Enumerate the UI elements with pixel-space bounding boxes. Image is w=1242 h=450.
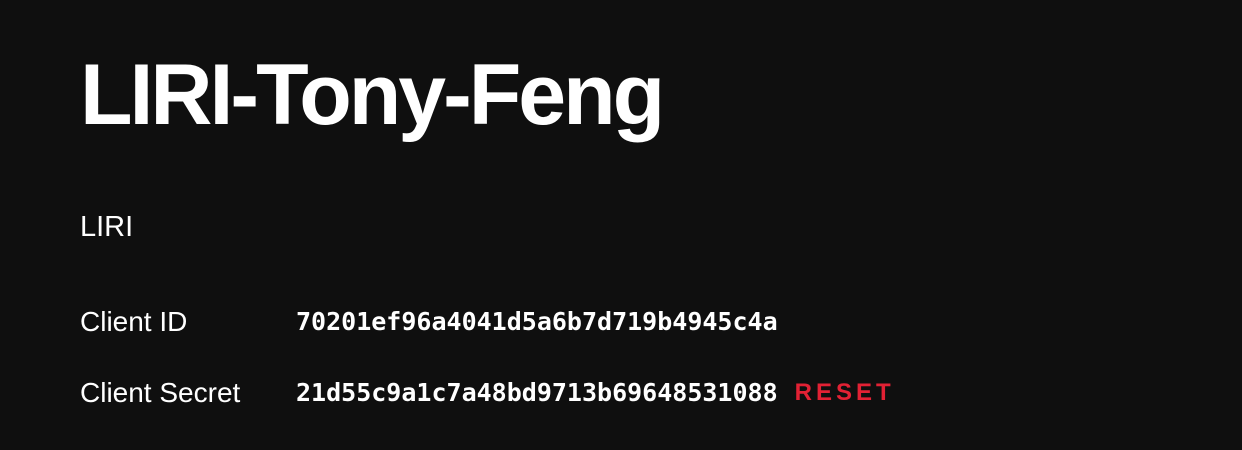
client-secret-row: Client Secret 21d55c9a1c7a48bd9713b69648… <box>80 373 895 413</box>
client-id-label: Client ID <box>80 306 188 337</box>
client-secret-value[interactable]: 21d55c9a1c7a48bd9713b69648531088 <box>296 373 778 413</box>
reset-secret-button[interactable]: RESET <box>795 373 895 413</box>
client-secret-label: Client Secret <box>80 377 241 408</box>
client-id-value[interactable]: 70201ef96a4041d5a6b7d719b4945c4a <box>296 302 778 342</box>
client-id-row: Client ID 70201ef96a4041d5a6b7d719b4945c… <box>80 302 778 342</box>
app-description: LIRI <box>80 211 134 243</box>
app-title: LIRI-Tony-Feng <box>80 47 665 143</box>
app-details-page: LIRI-Tony-Feng LIRI Client ID 70201ef96a… <box>0 0 1242 450</box>
